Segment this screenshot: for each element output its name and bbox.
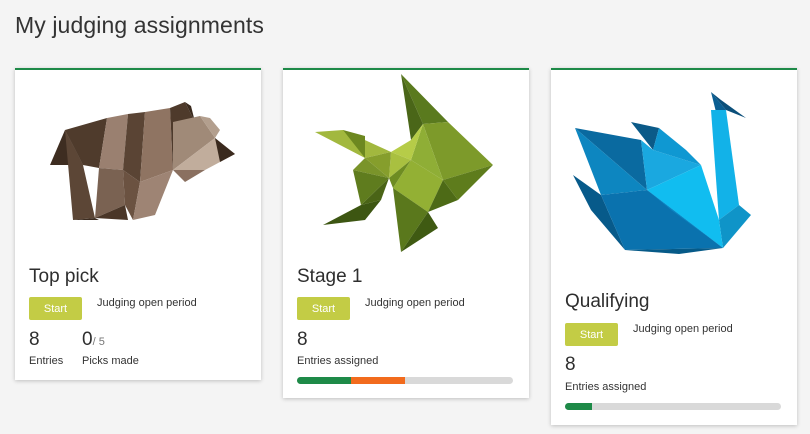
start-button[interactable]: Start [297,297,350,320]
entries-label: Entries [29,355,64,367]
card-title: Qualifying [565,291,650,312]
picks-made-count: 0/ 5 [82,329,105,351]
start-button[interactable]: Start [565,323,618,346]
progress-judged-segment [565,403,592,410]
entries-count: 8 [297,329,308,350]
progress-in-progress-segment [351,377,405,384]
progress-judged-segment [297,377,351,384]
card-title: Top pick [29,266,99,287]
origami-bear-icon [50,102,235,220]
judging-period-label: Judging open period [365,297,465,309]
assignment-card-qualifying[interactable]: Qualifying Start Judging open period 8 E… [551,68,797,425]
origami-swan-icon [573,92,751,254]
judging-period-label: Judging open period [97,297,197,309]
card-title: Stage 1 [297,266,363,287]
picks-total: / 5 [92,336,105,348]
entries-count: 8 [29,329,40,350]
assignment-card-top-pick[interactable]: Top pick Start Judging open period 8 Ent… [15,68,261,380]
start-button[interactable]: Start [29,297,82,320]
judging-progress-bar [565,403,781,410]
assignment-card-stage-1[interactable]: Stage 1 Start Judging open period 8 Entr… [283,68,529,398]
judging-progress-bar [297,377,513,384]
entries-assigned-label: Entries assigned [297,355,379,367]
entries-count: 8 [565,354,576,375]
page-title: My judging assignments [15,12,264,38]
entries-assigned-label: Entries assigned [565,381,647,393]
judging-period-label: Judging open period [633,323,733,335]
origami-fish-icon [315,74,493,252]
picks-made-value: 0 [82,329,93,350]
picks-made-label: Picks made [82,355,139,367]
